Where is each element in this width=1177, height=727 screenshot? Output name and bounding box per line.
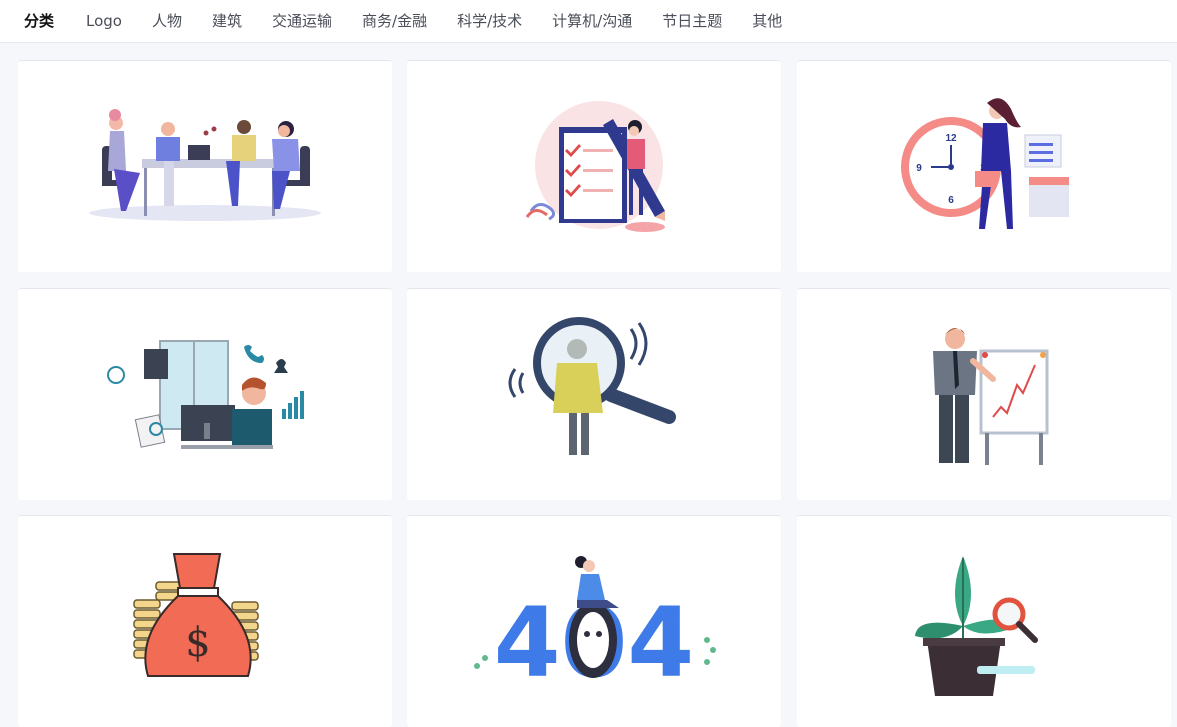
checklist-illustration — [525, 101, 665, 232]
presenter-chart-illustration — [933, 328, 1049, 465]
illustration-grid: 12 3 6 9 — [0, 0, 1177, 727]
illustration-card-plant-magnifier[interactable] — [797, 515, 1171, 727]
clock-numeral-6: 6 — [948, 195, 954, 206]
clock-numeral-12: 12 — [945, 133, 957, 144]
illustration-card-error-404[interactable]: 404 — [407, 515, 781, 727]
plant-magnifier-illustration — [915, 556, 1038, 696]
illustration-card-office-worker[interactable] — [18, 288, 392, 500]
illustration-card-businesswoman-clock[interactable]: 12 3 6 9 — [797, 60, 1171, 272]
clock-numeral-9: 9 — [916, 163, 922, 174]
illustration-card-presenter-chart[interactable] — [797, 288, 1171, 500]
illustration-card-magnifier-person[interactable] — [407, 288, 781, 500]
illustration-card-team-meeting[interactable] — [18, 60, 392, 272]
magnifier-person-illustration — [508, 317, 676, 455]
money-bag-illustration: $ — [133, 553, 259, 677]
dollar-sign: $ — [185, 620, 210, 666]
illustration-card-checklist[interactable] — [407, 60, 781, 272]
businesswoman-clock-illustration: 12 3 6 9 — [901, 98, 1069, 229]
office-worker-illustration — [107, 340, 304, 449]
team-meeting-illustration — [89, 109, 321, 221]
illustration-card-money-bag[interactable]: $ — [18, 515, 392, 727]
error-404-illustration: 404 — [474, 556, 716, 699]
